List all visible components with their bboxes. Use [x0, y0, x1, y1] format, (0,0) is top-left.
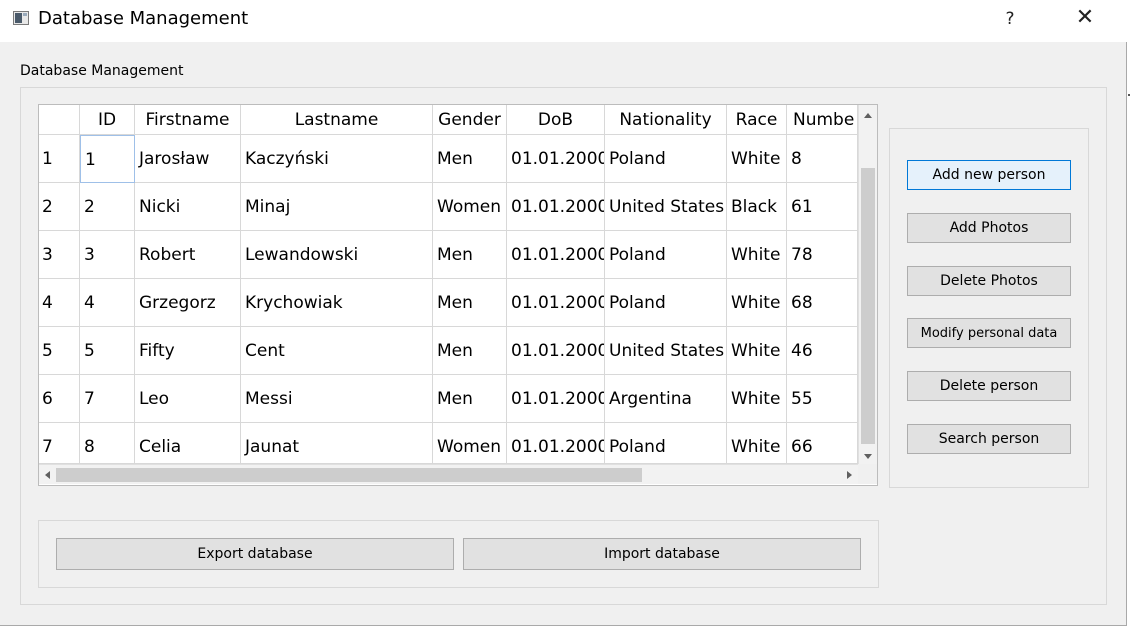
- column-header-number[interactable]: Numbe: [787, 105, 858, 135]
- stray-dot: [1128, 94, 1130, 96]
- table-cell-number[interactable]: 61: [787, 183, 858, 231]
- table-corner-header[interactable]: [39, 105, 80, 135]
- table-cell-firstname[interactable]: Fifty: [135, 327, 241, 375]
- table-cell-gender[interactable]: Women: [433, 423, 507, 464]
- table-cell-id[interactable]: 1: [80, 135, 135, 183]
- row-header[interactable]: 2: [39, 183, 80, 231]
- table-cell-gender[interactable]: Men: [433, 279, 507, 327]
- table-cell-id[interactable]: 8: [80, 423, 135, 464]
- help-button[interactable]: ?: [998, 8, 1022, 32]
- row-header[interactable]: 3: [39, 231, 80, 279]
- vertical-scrollbar[interactable]: [858, 105, 877, 465]
- table-cell-number[interactable]: 55: [787, 375, 858, 423]
- table-cell-gender[interactable]: Men: [433, 231, 507, 279]
- column-header-gender[interactable]: Gender: [433, 105, 507, 135]
- persons-table[interactable]: ID Firstname Lastname Gender DoB Nationa…: [38, 104, 878, 486]
- table-cell-lastname[interactable]: Krychowiak: [241, 279, 433, 327]
- table-cell-dob[interactable]: 01.01.2000: [507, 327, 605, 375]
- column-header-firstname[interactable]: Firstname: [135, 105, 241, 135]
- table-cell-nationality[interactable]: United States: [605, 183, 727, 231]
- scroll-down-icon[interactable]: [864, 454, 872, 459]
- search-person-button[interactable]: Search person: [907, 424, 1071, 454]
- table-cell-gender[interactable]: Men: [433, 135, 507, 183]
- column-header-lastname[interactable]: Lastname: [241, 105, 433, 135]
- table-cell-number[interactable]: 46: [787, 327, 858, 375]
- column-header-dob[interactable]: DoB: [507, 105, 605, 135]
- row-header[interactable]: 1: [39, 135, 80, 183]
- table-cell-lastname[interactable]: Cent: [241, 327, 433, 375]
- app-window-icon: [13, 11, 29, 25]
- row-header[interactable]: 4: [39, 279, 80, 327]
- table-cell-lastname[interactable]: Kaczyński: [241, 135, 433, 183]
- table-cell-race[interactable]: White: [727, 135, 787, 183]
- row-header[interactable]: 7: [39, 423, 80, 464]
- table-cell-race[interactable]: White: [727, 375, 787, 423]
- table-cell-firstname[interactable]: Grzegorz: [135, 279, 241, 327]
- table-cell-dob[interactable]: 01.01.2000: [507, 375, 605, 423]
- row-header[interactable]: 5: [39, 327, 80, 375]
- table-cell-id[interactable]: 7: [80, 375, 135, 423]
- add-photos-button[interactable]: Add Photos: [907, 213, 1071, 243]
- table-cell-number[interactable]: 8: [787, 135, 858, 183]
- scroll-right-icon[interactable]: [847, 471, 852, 479]
- table-cell-lastname[interactable]: Lewandowski: [241, 231, 433, 279]
- table-cell-firstname[interactable]: Jarosław: [135, 135, 241, 183]
- table-cell-gender[interactable]: Men: [433, 375, 507, 423]
- table-cell-number[interactable]: 78: [787, 231, 858, 279]
- main-window: Database Management ? ✕ Database Managem…: [0, 0, 1127, 626]
- table-cell-firstname[interactable]: Nicki: [135, 183, 241, 231]
- table-cell-id[interactable]: 2: [80, 183, 135, 231]
- horizontal-scrollbar[interactable]: [39, 464, 858, 484]
- scrollbar-corner: [858, 464, 877, 484]
- table-cell-lastname[interactable]: Jaunat: [241, 423, 433, 464]
- table-cell-dob[interactable]: 01.01.2000: [507, 231, 605, 279]
- table-cell-number[interactable]: 68: [787, 279, 858, 327]
- table-cell-gender[interactable]: Men: [433, 327, 507, 375]
- table-cell-dob[interactable]: 01.01.2000: [507, 423, 605, 464]
- delete-person-button[interactable]: Delete person: [907, 371, 1071, 401]
- table-cell-race[interactable]: White: [727, 327, 787, 375]
- table-cell-dob[interactable]: 01.01.2000: [507, 183, 605, 231]
- table-cell-nationality[interactable]: Poland: [605, 423, 727, 464]
- table-cell-lastname[interactable]: Minaj: [241, 183, 433, 231]
- table-cell-firstname[interactable]: Celia: [135, 423, 241, 464]
- table-cell-nationality[interactable]: United States: [605, 327, 727, 375]
- add-new-person-button[interactable]: Add new person: [907, 160, 1071, 190]
- window-title: Database Management: [38, 8, 249, 29]
- table-cell-race[interactable]: White: [727, 231, 787, 279]
- column-header-nationality[interactable]: Nationality: [605, 105, 727, 135]
- group-title: Database Management: [20, 63, 184, 79]
- table-cell-lastname[interactable]: Messi: [241, 375, 433, 423]
- table-cell-race[interactable]: White: [727, 279, 787, 327]
- table-cell-id[interactable]: 5: [80, 327, 135, 375]
- table-cell-firstname[interactable]: Leo: [135, 375, 241, 423]
- close-button[interactable]: ✕: [1070, 6, 1100, 32]
- table-cell-nationality[interactable]: Poland: [605, 135, 727, 183]
- modify-personal-data-button[interactable]: Modify personal data: [907, 318, 1071, 348]
- table-cell-dob[interactable]: 01.01.2000: [507, 279, 605, 327]
- table-cell-race[interactable]: Black: [727, 183, 787, 231]
- row-header[interactable]: 6: [39, 375, 80, 423]
- column-header-id[interactable]: ID: [80, 105, 135, 135]
- title-bar[interactable]: Database Management ? ✕: [0, 0, 1127, 42]
- table-cell-number[interactable]: 66: [787, 423, 858, 464]
- export-database-button[interactable]: Export database: [56, 538, 454, 570]
- table-cell-nationality[interactable]: Argentina: [605, 375, 727, 423]
- table-cell-id[interactable]: 4: [80, 279, 135, 327]
- table-cell-nationality[interactable]: Poland: [605, 279, 727, 327]
- delete-photos-button[interactable]: Delete Photos: [907, 266, 1071, 296]
- scroll-up-icon[interactable]: [864, 113, 872, 118]
- import-database-button[interactable]: Import database: [463, 538, 861, 570]
- horizontal-scroll-thumb[interactable]: [56, 468, 642, 482]
- table-cell-id[interactable]: 3: [80, 231, 135, 279]
- vertical-scroll-thumb[interactable]: [861, 168, 875, 444]
- scroll-left-icon[interactable]: [45, 471, 50, 479]
- table-cell-firstname[interactable]: Robert: [135, 231, 241, 279]
- table-cell-dob[interactable]: 01.01.2000: [507, 135, 605, 183]
- column-header-race[interactable]: Race: [727, 105, 787, 135]
- table-cell-nationality[interactable]: Poland: [605, 231, 727, 279]
- table-cell-gender[interactable]: Women: [433, 183, 507, 231]
- table-cell-race[interactable]: White: [727, 423, 787, 464]
